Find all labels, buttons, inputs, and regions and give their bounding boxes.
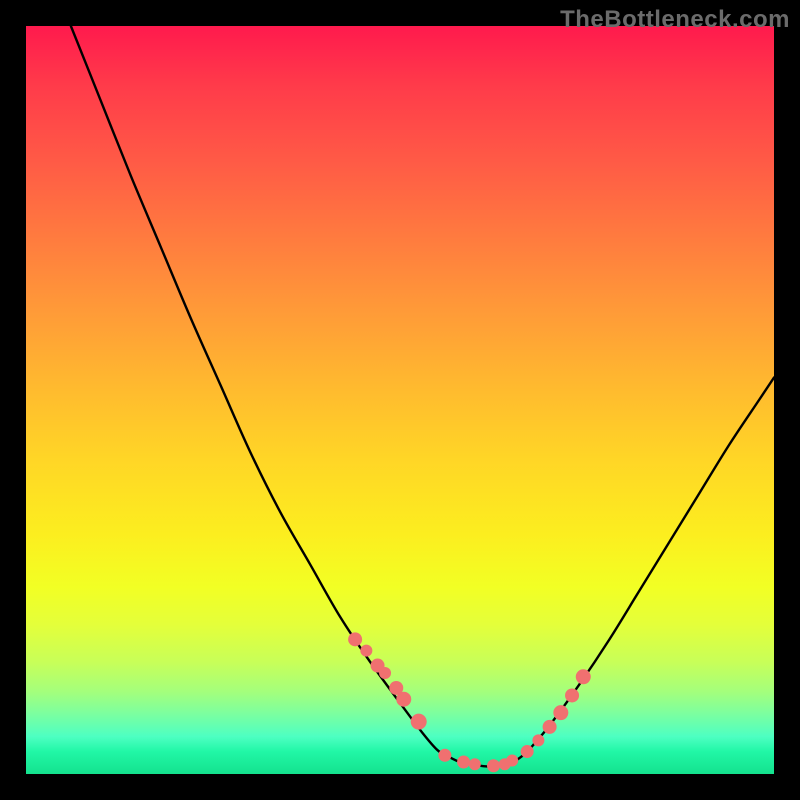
highlight-dot [543, 720, 557, 734]
highlight-dot [411, 714, 427, 730]
bottleneck-curve [71, 26, 774, 767]
highlight-dot [553, 705, 568, 720]
highlight-dot [457, 756, 470, 769]
chart-frame: TheBottleneck.com [0, 0, 800, 800]
highlight-dot [487, 759, 500, 772]
highlight-dot [379, 667, 391, 679]
plot-area [26, 26, 774, 774]
highlight-dot [506, 755, 518, 767]
highlight-dot [360, 645, 372, 657]
highlight-dot [532, 734, 544, 746]
highlight-dots [348, 632, 591, 772]
watermark-text: TheBottleneck.com [560, 6, 790, 34]
highlight-dot [438, 749, 451, 762]
highlight-dot [348, 632, 362, 646]
highlight-dot [469, 758, 481, 770]
highlight-dot [565, 688, 579, 702]
curve-layer [26, 26, 774, 774]
highlight-dot [521, 745, 534, 758]
highlight-dot [396, 692, 411, 707]
highlight-dot [576, 669, 591, 684]
